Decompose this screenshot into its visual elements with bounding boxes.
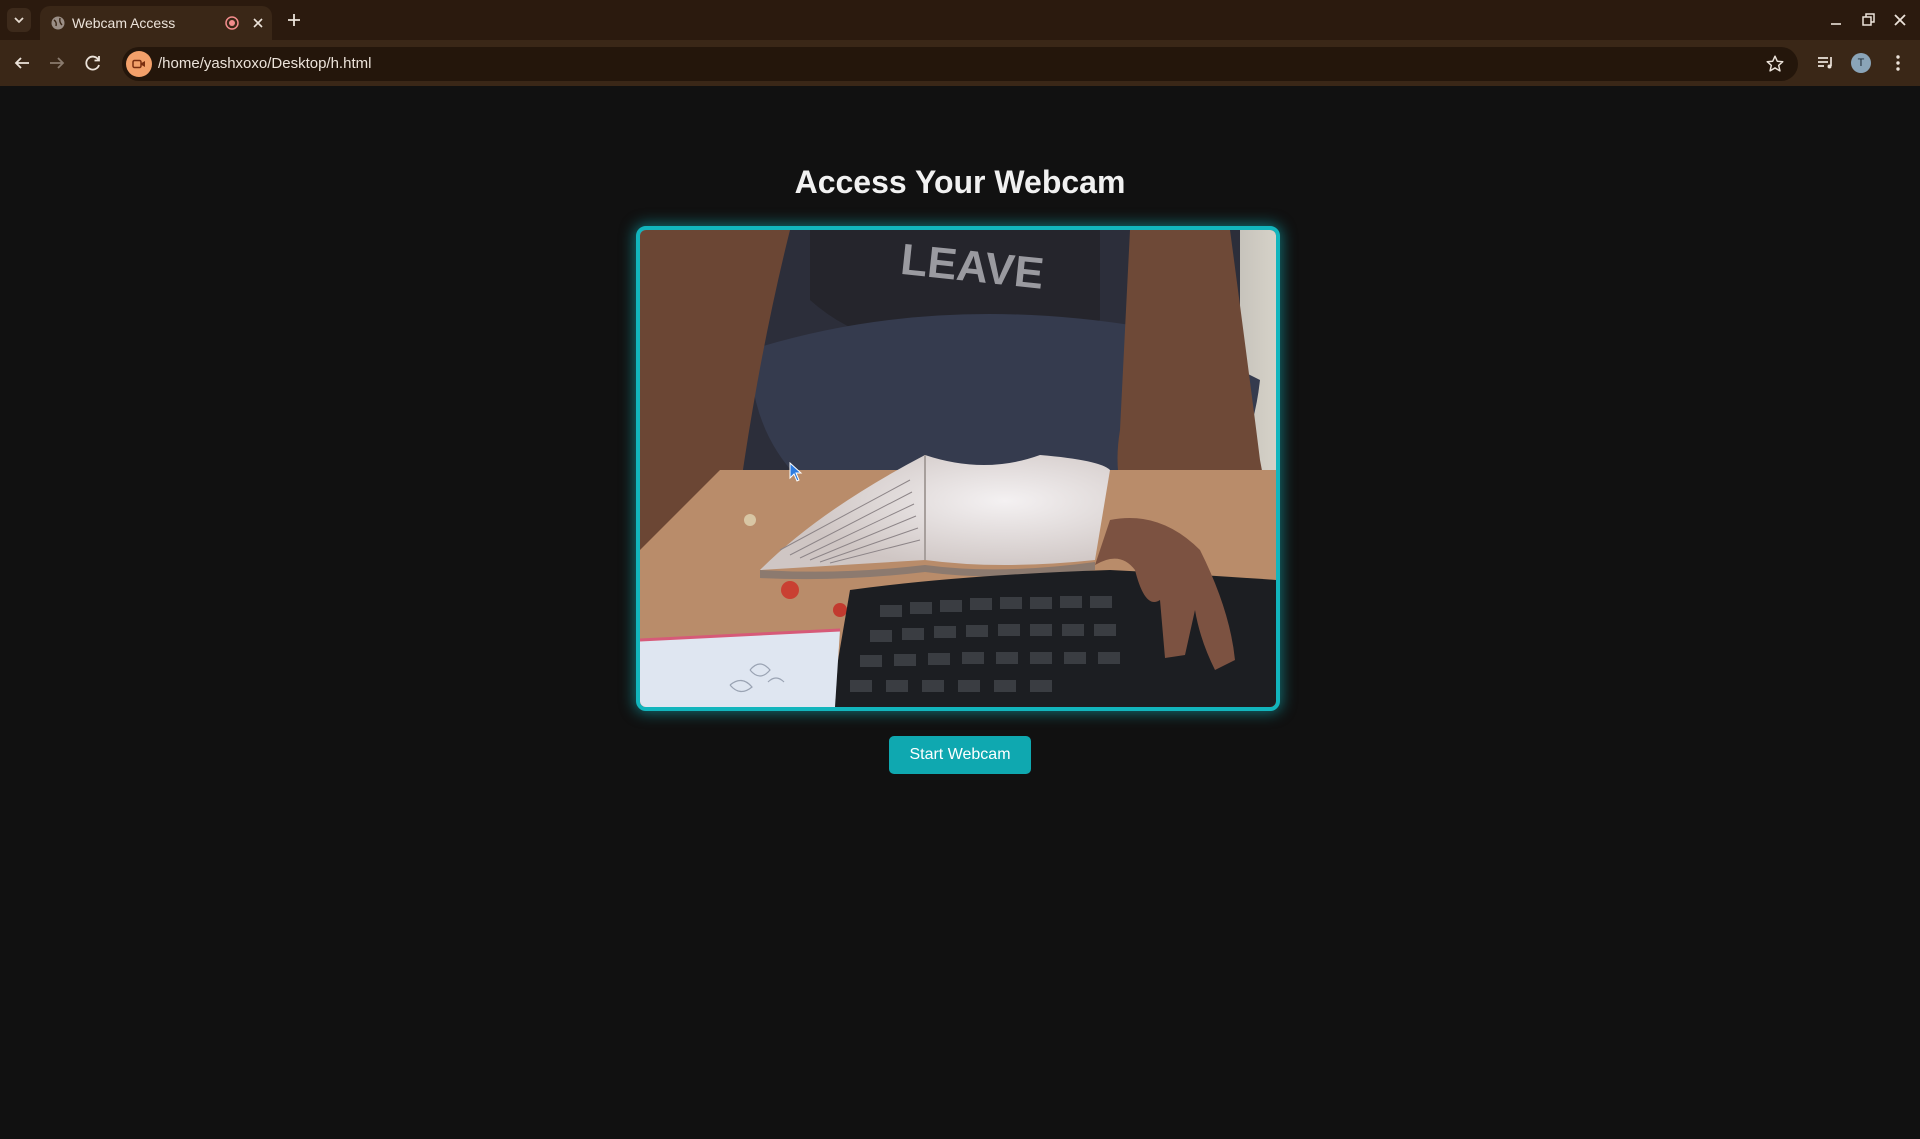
back-arrow-icon[interactable] <box>10 51 34 75</box>
browser-tab-strip: Webcam Access <box>0 0 1920 40</box>
url-text: /home/yashxoxo/Desktop/h.html <box>158 55 372 72</box>
camera-icon <box>132 59 145 69</box>
browser-tab-active[interactable]: Webcam Access <box>40 6 272 40</box>
webcam-feed-image: LEAVE <box>640 230 1276 707</box>
plus-icon[interactable] <box>282 8 306 32</box>
window-close-icon[interactable] <box>1888 8 1912 32</box>
start-webcam-button[interactable]: Start Webcam <box>889 736 1031 774</box>
media-queue-icon[interactable] <box>1814 51 1838 75</box>
globe-icon <box>51 16 65 30</box>
address-bar[interactable]: /home/yashxoxo/Desktop/h.html <box>122 47 1798 81</box>
restore-icon[interactable] <box>1856 8 1880 32</box>
webcam-video: LEAVE <box>636 226 1280 711</box>
camera-in-use-indicator[interactable] <box>126 51 152 77</box>
chevron-down-icon <box>14 17 24 24</box>
recording-icon <box>225 16 239 30</box>
tab-title: Webcam Access <box>72 15 176 31</box>
forward-arrow-icon[interactable] <box>45 51 69 75</box>
star-icon[interactable] <box>1764 53 1786 75</box>
browser-toolbar: /home/yashxoxo/Desktop/h.html T <box>0 40 1920 86</box>
close-icon[interactable] <box>250 15 266 31</box>
reload-icon[interactable] <box>81 51 105 75</box>
tab-search-button[interactable] <box>7 8 31 32</box>
page-content: Access Your Webcam LEAVE Start Webcam <box>0 86 1920 1139</box>
avatar[interactable]: T <box>1851 53 1871 73</box>
page-title: Access Your Webcam <box>794 164 1126 200</box>
mouse-pointer-icon <box>789 462 803 482</box>
minimize-icon[interactable] <box>1824 8 1848 32</box>
kebab-menu-icon[interactable] <box>1886 51 1910 75</box>
